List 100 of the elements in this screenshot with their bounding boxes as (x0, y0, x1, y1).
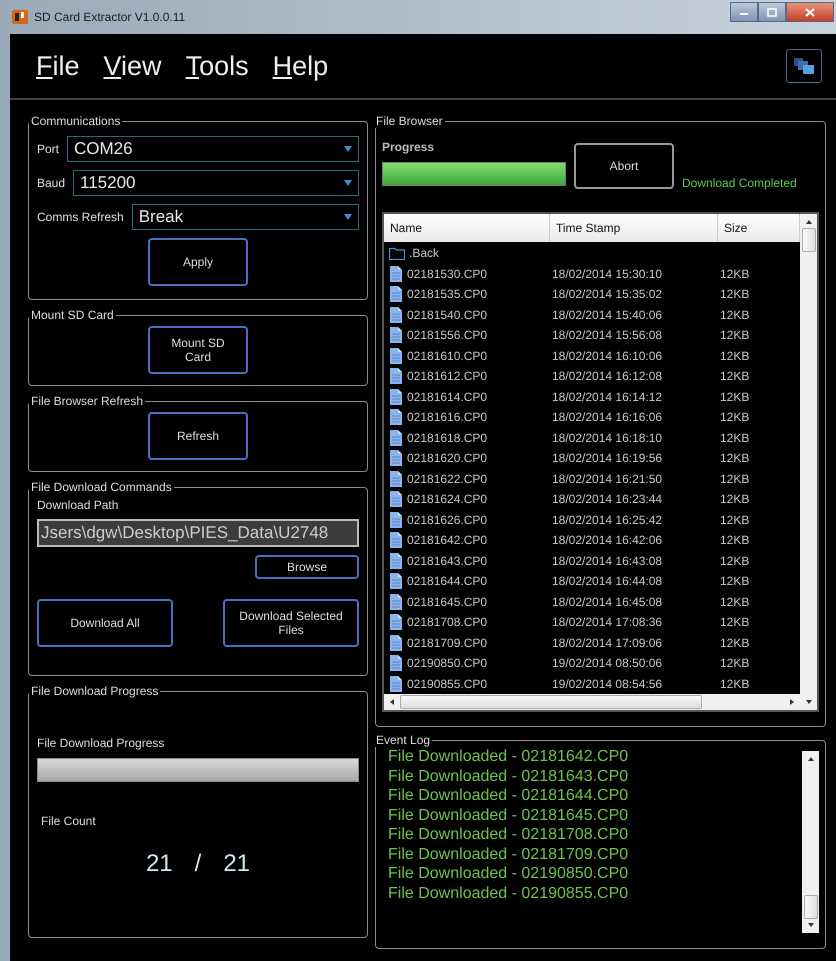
table-cell-text: 18/02/2014 16:10:06 (552, 348, 664, 363)
scroll-right-icon (788, 698, 796, 706)
file-count: 21 (146, 850, 173, 878)
maximize-icon (767, 8, 777, 16)
progress-label: Progress (382, 140, 436, 154)
file-icon (389, 286, 403, 302)
scroll-thumb[interactable] (400, 695, 702, 709)
field-label: Port (37, 142, 60, 156)
table-cell-text: 12KB (720, 512, 750, 527)
progress-label: File Download Progress (37, 736, 166, 750)
log-entry: File Downloaded - 02181644.CP0 (388, 786, 630, 806)
file-name[interactable]: 02181530.CP0 (407, 266, 552, 281)
file-name[interactable]: 02181709.CP0 (407, 636, 552, 650)
file-name[interactable]: 02181642.CP0 (407, 533, 552, 548)
scroll-thumb[interactable] (802, 228, 816, 252)
table-cell-text: 12KB (720, 430, 750, 445)
file-icon (389, 552, 403, 569)
group-title: Mount SD Card (30, 308, 115, 322)
group-title: File Download Commands (30, 480, 173, 494)
window-cascade-button[interactable] (786, 49, 822, 83)
table-cell-text: 19/02/2014 08:50:06 (552, 656, 664, 670)
table-cell-text: 18/02/2014 16:16:06 (552, 410, 664, 424)
table-cell-text: 12KB (720, 574, 750, 588)
app-icon (12, 9, 28, 25)
download-button[interactable]: Download All (37, 599, 173, 647)
file-name[interactable]: 02181616.CP0 (407, 410, 552, 424)
file-name[interactable]: 02181556.CP0 (407, 328, 552, 342)
count-separator: / (194, 850, 202, 878)
vertical-scrollbar[interactable] (802, 751, 819, 933)
file-name[interactable]: 02181618.CP0 (407, 430, 552, 445)
dropdown-arrow-icon (344, 180, 352, 186)
log-entry: File Downloaded - 02181709.CP0 (388, 844, 630, 864)
group-title: File Download Progress (30, 684, 160, 698)
log-entry: File Downloaded - 02190855.CP0 (388, 884, 630, 903)
file-name[interactable]: 02181612.CP0 (407, 369, 552, 384)
refresh-button[interactable]: Refresh (148, 412, 248, 460)
scroll-down-icon (806, 921, 814, 929)
file-name[interactable]: 02181540.CP0 (407, 308, 552, 322)
file-total: 21 (223, 850, 250, 878)
table-cell-text: 18/02/2014 15:35:02 (552, 287, 664, 302)
dropdown-arrow-icon (344, 146, 352, 152)
download-button[interactable]: Download Selected Files (223, 599, 359, 647)
file-name[interactable]: 02181644.CP0 (407, 574, 552, 588)
folder-name[interactable]: .Back (409, 246, 554, 260)
mount-button[interactable]: Mount SD Card (148, 326, 248, 374)
file-name[interactable]: 02181614.CP0 (407, 390, 552, 404)
horizontal-scrollbar[interactable] (384, 694, 800, 710)
dropdown[interactable]: Break (132, 204, 359, 230)
table-cell-text: 12KB (720, 266, 750, 281)
dropdown[interactable]: COM26 (67, 136, 359, 162)
column-header[interactable]: Time Stamp (550, 214, 718, 242)
group-title: Communications (30, 114, 122, 128)
menu-item[interactable]: View (104, 50, 162, 82)
table-cell-text: 18/02/2014 16:44:08 (552, 574, 664, 588)
file-icon (389, 430, 403, 446)
file-name[interactable]: 02181645.CP0 (407, 594, 552, 609)
file-name[interactable]: 02181610.CP0 (407, 348, 552, 363)
file-name[interactable]: 02181708.CP0 (407, 615, 552, 630)
file-icon (389, 348, 403, 364)
table-cell-text: 18/02/2014 16:14:12 (552, 390, 664, 404)
path-field[interactable]: Jsers\dgw\Desktop\PIES_Data\U2748 (37, 519, 359, 547)
file-name[interactable]: 02181643.CP0 (407, 554, 552, 568)
file-name[interactable]: 02190855.CP0 (407, 676, 552, 691)
log-entry: File Downloaded - 02181643.CP0 (388, 766, 630, 786)
menu-item[interactable]: Help (272, 50, 328, 82)
file-icon (389, 368, 403, 384)
file-name[interactable]: 02181535.CP0 (407, 287, 552, 302)
log-entry: File Downloaded - 02190850.CP0 (388, 864, 630, 884)
apply-button[interactable]: Apply (148, 238, 248, 286)
abort-button[interactable]: Abort (574, 143, 674, 189)
vertical-scrollbar[interactable] (800, 214, 817, 710)
maximize-button[interactable] (758, 2, 786, 22)
column-header[interactable]: Name (384, 214, 550, 242)
close-button[interactable] (786, 2, 834, 22)
field-label: Comms Refresh (37, 210, 124, 224)
table-cell-text: 18/02/2014 17:09:06 (552, 636, 664, 650)
log-entry: File Downloaded - 02181645.CP0 (388, 806, 630, 825)
browse-button[interactable]: Browse (255, 555, 359, 579)
menu-item[interactable]: File (36, 50, 80, 82)
stacked-windows-icon (793, 57, 815, 75)
file-icon (389, 655, 403, 672)
table-cell-text: 18/02/2014 16:23:44 (552, 492, 664, 506)
table-cell-text: 12KB (720, 615, 750, 630)
dropdown[interactable]: 115200 (73, 170, 359, 196)
table-cell-text: 12KB (720, 533, 750, 548)
file-name[interactable]: 02190850.CP0 (407, 656, 552, 670)
menu-item[interactable]: Tools (186, 50, 249, 82)
table-cell-text: 18/02/2014 16:25:42 (552, 512, 664, 527)
table-cell-text: 12KB (720, 390, 750, 404)
scroll-thumb[interactable] (804, 895, 818, 919)
table-cell-text: 12KB (720, 554, 750, 568)
minimize-button[interactable] (730, 2, 758, 22)
count-label: File Count (41, 814, 97, 828)
file-name[interactable]: 02181622.CP0 (407, 472, 552, 486)
file-name[interactable]: 02181624.CP0 (407, 492, 552, 506)
file-name[interactable]: 02181620.CP0 (407, 451, 552, 466)
table-cell-text: 18/02/2014 17:08:36 (552, 615, 664, 630)
file-name[interactable]: 02181626.CP0 (407, 512, 552, 527)
table-cell-text: 12KB (720, 287, 750, 302)
table-cell-text: 12KB (720, 594, 750, 609)
